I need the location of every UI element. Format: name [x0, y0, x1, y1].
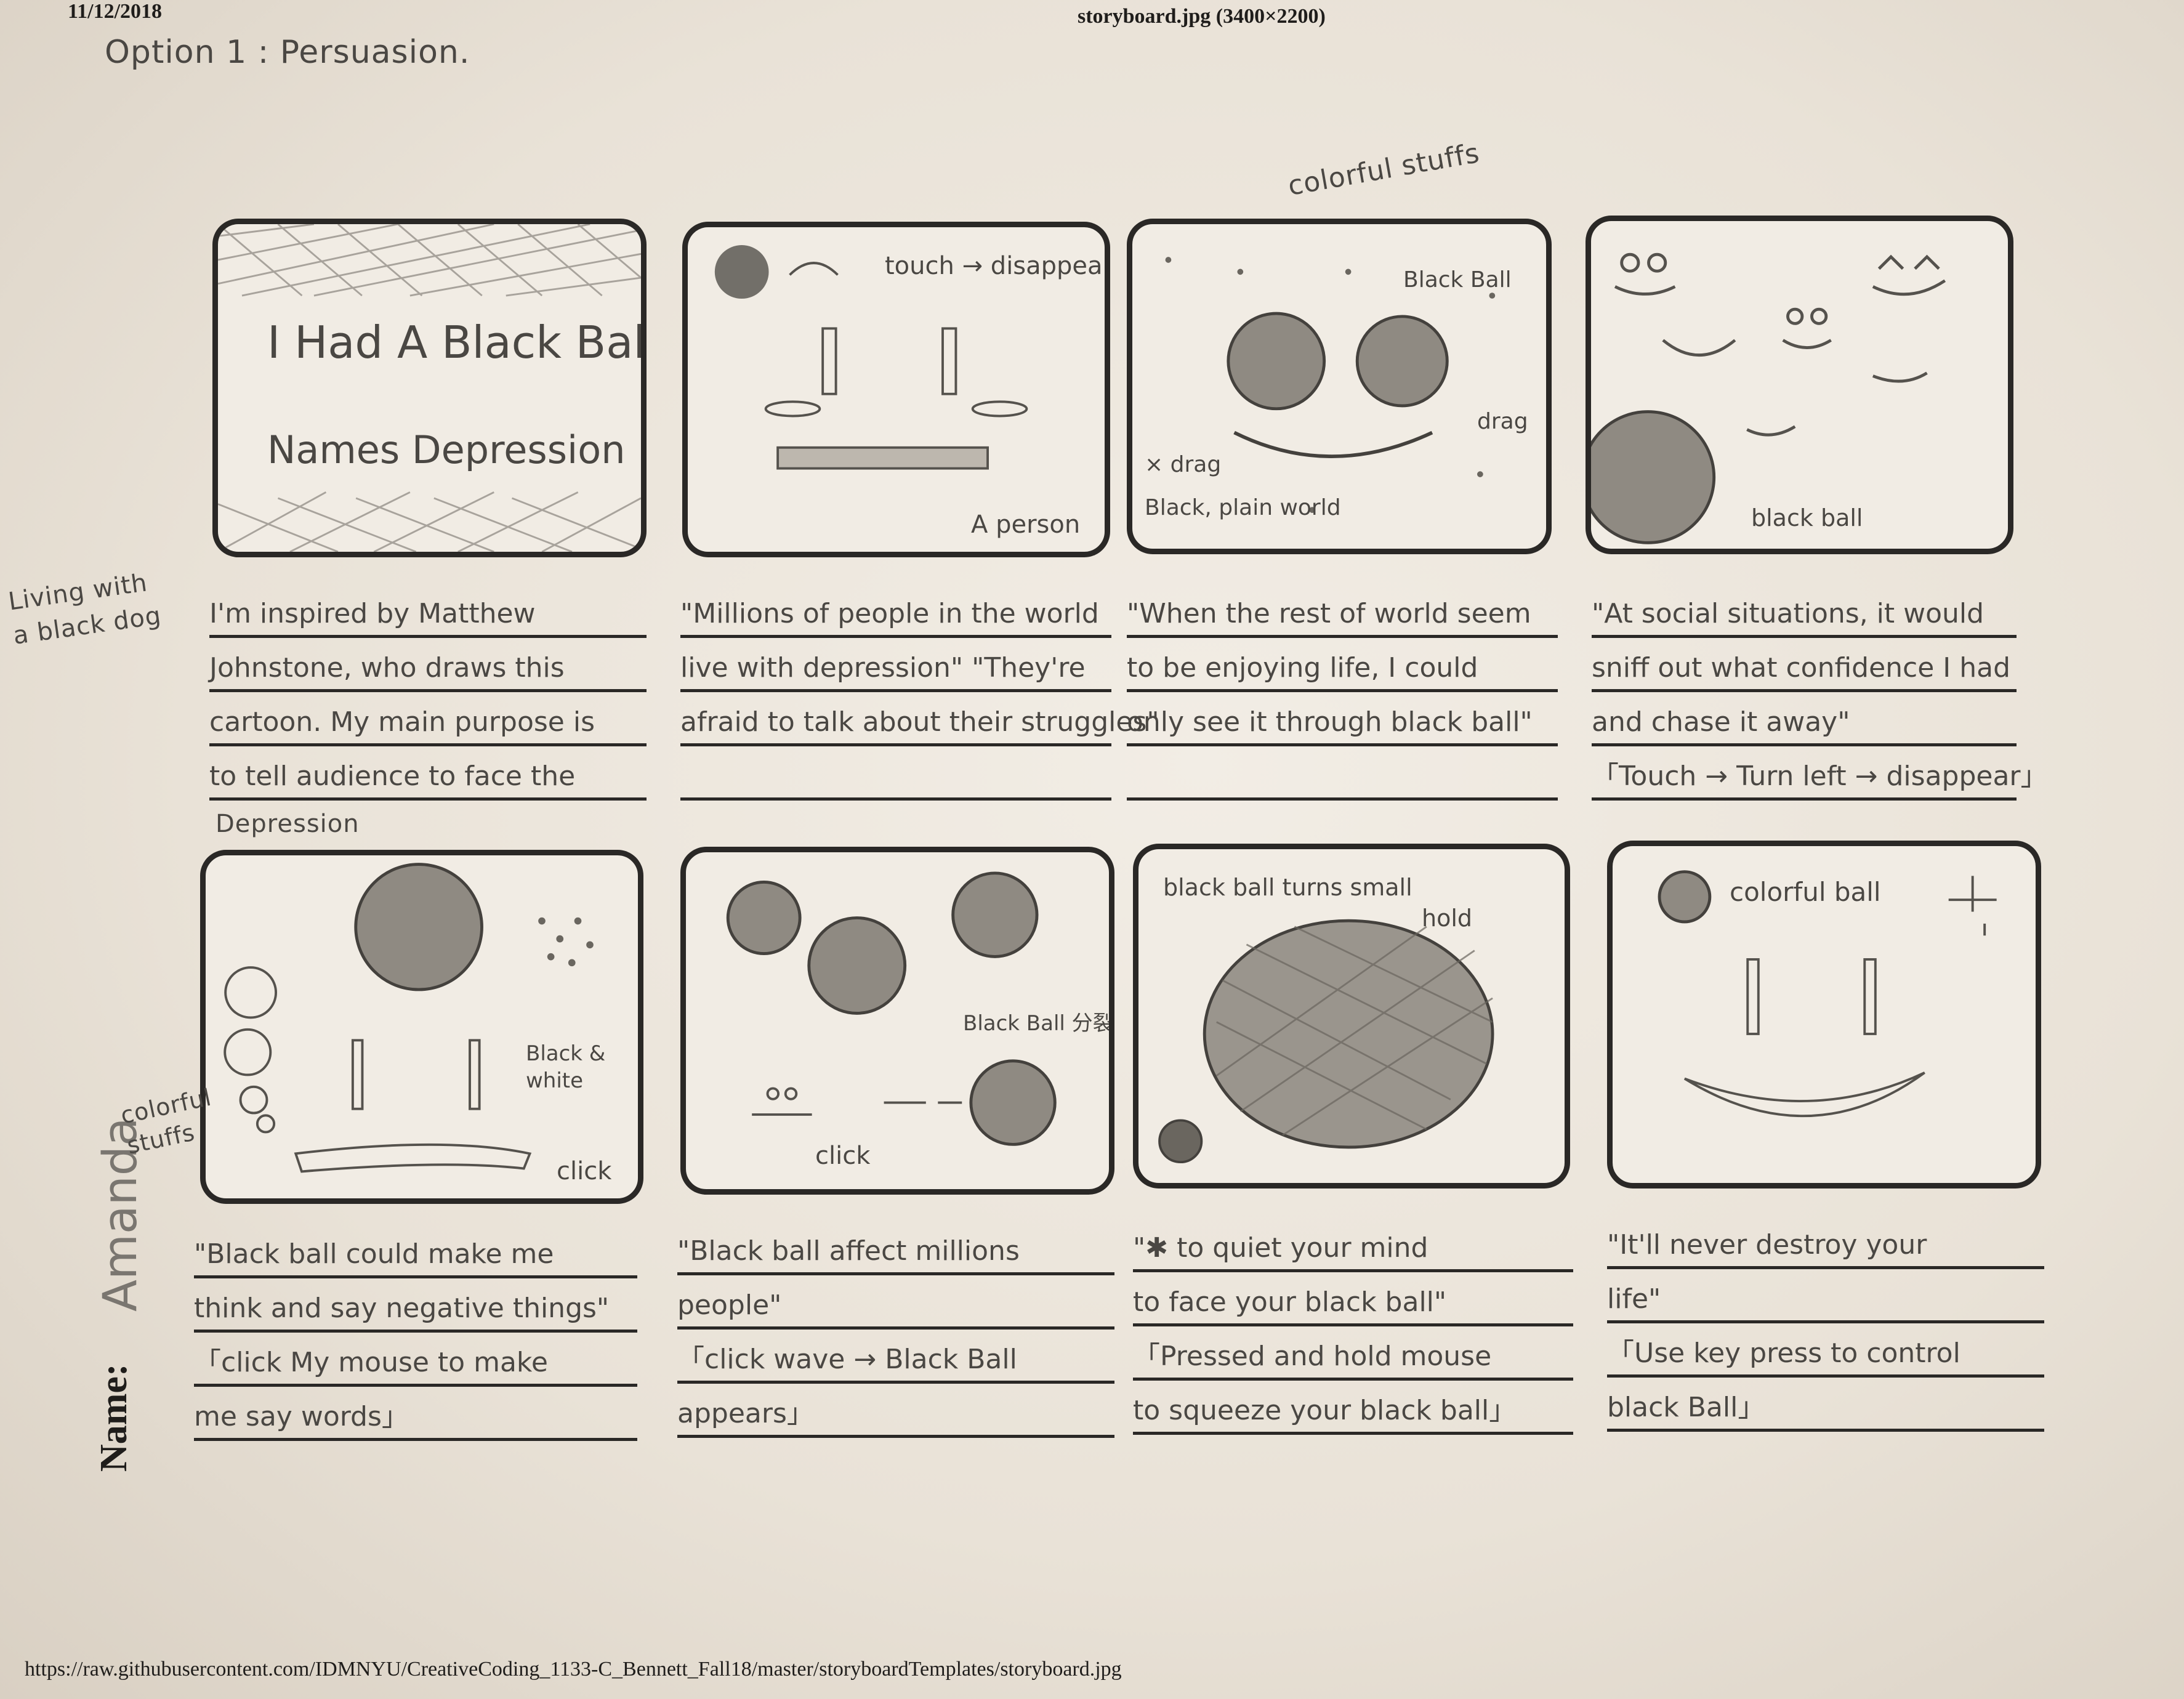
name-label: Name: [93, 1363, 135, 1472]
caption-line: to squeeze your black ball」 [1133, 1379, 1573, 1435]
caption-line: cartoon. My main purpose is [209, 690, 647, 746]
bubbles-sketch [224, 863, 594, 1173]
frame-annotation: Black Ball 分裂 [963, 1011, 1114, 1036]
caption-block-2: "Millions of people in the world live wi… [680, 582, 1159, 804]
storyboard-frame-4: black ball [1586, 216, 2013, 554]
caption-line: "Black ball affect millions [677, 1219, 1114, 1275]
caption-line: 「click My mouse to make [194, 1331, 637, 1387]
caption-block-7: "✱ to quiet your mind to face your black… [1133, 1216, 1573, 1438]
caption-overflow: Depression [216, 810, 360, 838]
caption-line: 「Pressed and hold mouse [1133, 1325, 1573, 1381]
storyboard-frame-7: black ball turns small hold [1133, 844, 1570, 1188]
caption-block-6: "Black ball affect millions people" 「cli… [677, 1219, 1114, 1441]
caption-line: to face your black ball" [1133, 1270, 1573, 1326]
frame-annotation: Black, plain world [1145, 495, 1341, 520]
caption-line: 「Use key press to control [1607, 1322, 2044, 1378]
storyboard-frame-1: I Had A Black Ball Names Depression [212, 219, 647, 557]
frame-annotation: black ball [1751, 504, 1863, 531]
print-file-label: storyboard.jpg (3400×2200) [1078, 5, 1326, 28]
caption-line: "✱ to quiet your mind [1133, 1216, 1573, 1272]
caption-line: think and say negative things" [194, 1277, 637, 1333]
caption-line: 「Touch → Turn left → disappear」 [1592, 745, 2048, 801]
frame-annotation: × drag [1145, 452, 1222, 477]
caption-block-1: I'm inspired by Matthew Johnstone, who d… [209, 582, 647, 841]
caption-line: live with depression" "They're [680, 636, 1111, 692]
caption-line: only see it through black ball" [1127, 690, 1558, 746]
frame-annotation: A person [971, 511, 1081, 539]
caption-line: "Black ball could make me [194, 1222, 637, 1278]
storyboard-frame-3: Black Ball drag × drag Black, plain worl… [1127, 219, 1552, 554]
hatching-sketch [218, 224, 641, 552]
frame-annotation: drag [1477, 409, 1528, 434]
storyboard-frame-6: Black Ball 分裂 click [680, 847, 1114, 1195]
caption-line: life" [1607, 1267, 2044, 1323]
caption-line: I'm inspired by Matthew [209, 582, 647, 638]
print-date: 11/12/2018 [68, 0, 163, 23]
caption-line: "It'll never destroy your [1607, 1213, 2044, 1269]
caption-line [680, 745, 1111, 801]
caption-line: appears」 [677, 1382, 1114, 1438]
caption-line [1127, 745, 1558, 801]
storyboard-frame-8: colorful ball [1607, 841, 2041, 1188]
caption-block-8: "It'll never destroy your life" 「Use key… [1607, 1213, 2044, 1435]
caption-line: Johnstone, who draws this [209, 636, 647, 692]
storyboard-frame-2: touch → disappear A person [682, 222, 1110, 557]
caption-block-3: "When the rest of world seem to be enjoy… [1127, 582, 1558, 804]
storyboard-frame-5: Black & white click [200, 850, 643, 1204]
caption-line: "At social situations, it would [1592, 582, 2017, 638]
frame-annotation: Black & white [526, 1041, 606, 1093]
caption-line: 「click wave → Black Ball [677, 1328, 1114, 1384]
caption-line: "When the rest of world seem [1127, 582, 1558, 638]
caption-line: and chase it away" [1592, 690, 2017, 746]
caption-line: to tell audience to face the [209, 745, 647, 801]
option-title: Option 1 : Persuasion. [105, 34, 470, 71]
caption-line: to be enjoying life, I could [1127, 636, 1558, 692]
caption-line: black Ball」 [1607, 1376, 2044, 1432]
caption-line: "Millions of people in the world [680, 582, 1111, 638]
frame-annotation: colorful ball [1730, 877, 1881, 907]
frame-annotation: touch → disappear [885, 252, 1110, 280]
caption-block-4: "At social situations, it would sniff ou… [1592, 582, 2048, 804]
caption-line: people" [677, 1273, 1114, 1330]
caption-line: me say words」 [194, 1385, 637, 1441]
frame-title-text: Names Depression [267, 427, 626, 472]
frame-annotation: click [815, 1142, 871, 1170]
frame-annotation: hold [1422, 905, 1473, 932]
frame-annotation: black ball turns small [1163, 874, 1412, 901]
print-url: https://raw.githubusercontent.com/IDMNYU… [25, 1658, 1122, 1681]
frame-annotation: click [557, 1157, 612, 1185]
caption-line: afraid to talk about their struggles" [680, 690, 1159, 746]
faces-sketch [1591, 252, 1946, 544]
frame-annotation: Black Ball [1403, 267, 1512, 293]
frame-title-text: I Had A Black Ball [267, 317, 647, 368]
caption-line: sniff out what confidence I had [1592, 636, 2017, 692]
caption-block-5: "Black ball could make me think and say … [194, 1222, 637, 1444]
